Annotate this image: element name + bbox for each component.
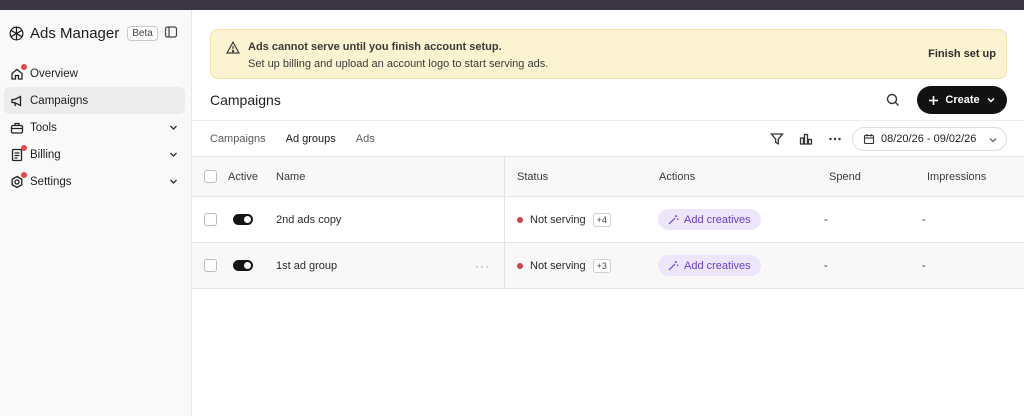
page-title: Campaigns [210,92,281,108]
active-toggle[interactable] [233,214,253,225]
row-checkbox[interactable] [204,213,217,226]
receipt-icon [10,144,27,162]
tab-campaigns[interactable]: Campaigns [210,128,266,158]
chevron-down-icon [168,122,179,133]
sidebar-item-campaigns[interactable]: Campaigns [4,87,185,114]
search-icon[interactable] [885,92,901,108]
chart-icon[interactable] [798,131,814,147]
column-divider [504,243,505,288]
filter-icon[interactable] [769,131,785,147]
ad-groups-table: Active Name Status Actions Spend Impress… [192,156,1024,289]
chevron-down-icon [168,176,179,187]
column-divider [504,197,505,242]
add-creatives-label: Add creatives [684,259,751,272]
magic-wand-icon [668,260,679,270]
chevron-down-icon [988,135,998,145]
status-text: Not serving [530,259,586,272]
row-more-icon[interactable]: ··· [475,259,490,273]
column-header-impressions[interactable]: Impressions [927,157,986,196]
row-spend: - [824,259,828,272]
house-icon [10,63,27,81]
chevron-down-icon [168,149,179,160]
table-row[interactable]: 1st ad group ··· Not serving +3 Add crea… [192,243,1024,289]
date-range-picker[interactable]: 08/20/26 - 09/02/26 [852,127,1007,151]
sidebar-item-billing[interactable]: Billing [4,141,185,168]
sidebar-item-label: Tools [30,121,57,134]
active-toggle[interactable] [233,260,253,271]
date-range-label: 08/20/26 - 09/02/26 [881,133,977,145]
select-all-checkbox[interactable] [204,170,217,183]
add-creatives-button[interactable]: Add creatives [658,209,761,230]
status-dot [517,216,523,223]
add-creatives-label: Add creatives [684,213,751,226]
notification-dot [21,63,27,70]
column-header-spend[interactable]: Spend [829,157,861,196]
setup-warning-banner: Ads cannot serve until you finish accoun… [210,29,1007,79]
sidebar-item-tools[interactable]: Tools [4,114,185,141]
warning-icon [225,40,241,54]
logo-icon [8,25,25,42]
sidebar-item-label: Campaigns [30,94,89,107]
column-header-status[interactable]: Status [517,157,548,196]
more-options-icon[interactable] [827,131,843,147]
row-checkbox[interactable] [204,259,217,272]
header-divider [192,120,1024,121]
notification-dot [21,171,27,178]
row-impressions: - [922,259,926,272]
sidebar-item-label: Billing [30,148,61,161]
sidebar-item-settings[interactable]: Settings [4,168,185,195]
sidebar-toggle-icon[interactable] [164,25,178,39]
row-spend: - [824,213,828,226]
tab-ad-groups[interactable]: Ad groups [285,128,336,158]
status-dot [517,262,523,269]
beta-badge: Beta [127,25,158,41]
sidebar-nav: Overview Campaigns Tools Billing Setting… [4,60,185,195]
window-top-strip [0,0,1024,10]
megaphone-icon [10,94,24,108]
add-creatives-button[interactable]: Add creatives [658,255,761,276]
create-button-label: Create [945,94,980,106]
status-count-badge[interactable]: +3 [592,258,611,273]
row-status: Not serving +3 [517,243,611,288]
column-header-name[interactable]: Name [276,157,305,196]
toolbox-icon [10,121,24,135]
table-row[interactable]: 2nd ads copy Not serving +4 Add creative… [192,197,1024,243]
tab-bar: Campaigns Ad groups Ads [210,128,375,158]
sidebar-item-overview[interactable]: Overview [4,60,185,87]
gear-icon [10,171,27,189]
sidebar: Ads Manager Beta Overview Campaigns Tool… [0,10,192,416]
plus-icon [929,95,939,105]
row-name[interactable]: 1st ad group [276,243,337,288]
chevron-down-icon [987,97,995,103]
sidebar-item-label: Settings [30,175,72,188]
row-name[interactable]: 2nd ads copy [276,197,341,242]
magic-wand-icon [668,214,679,224]
column-header-actions[interactable]: Actions [659,157,695,196]
column-header-active[interactable]: Active [228,157,258,196]
tab-ads[interactable]: Ads [356,128,375,158]
main-content: Ads cannot serve until you finish accoun… [192,10,1024,416]
sidebar-item-label: Overview [30,67,78,80]
brand-name: Ads Manager [30,24,120,42]
finish-setup-button[interactable]: Finish set up [928,48,996,60]
create-button[interactable]: Create [917,86,1007,114]
calendar-icon [863,134,875,145]
row-status: Not serving +4 [517,197,611,242]
column-divider [504,157,505,196]
brand: Ads Manager Beta [8,22,184,44]
status-text: Not serving [530,213,586,226]
banner-title: Ads cannot serve until you finish accoun… [248,41,502,53]
status-count-badge[interactable]: +4 [592,212,611,227]
banner-subtitle: Set up billing and upload an account log… [248,58,549,70]
notification-dot [21,144,27,151]
table-header: Active Name Status Actions Spend Impress… [192,156,1024,197]
row-impressions: - [922,213,926,226]
